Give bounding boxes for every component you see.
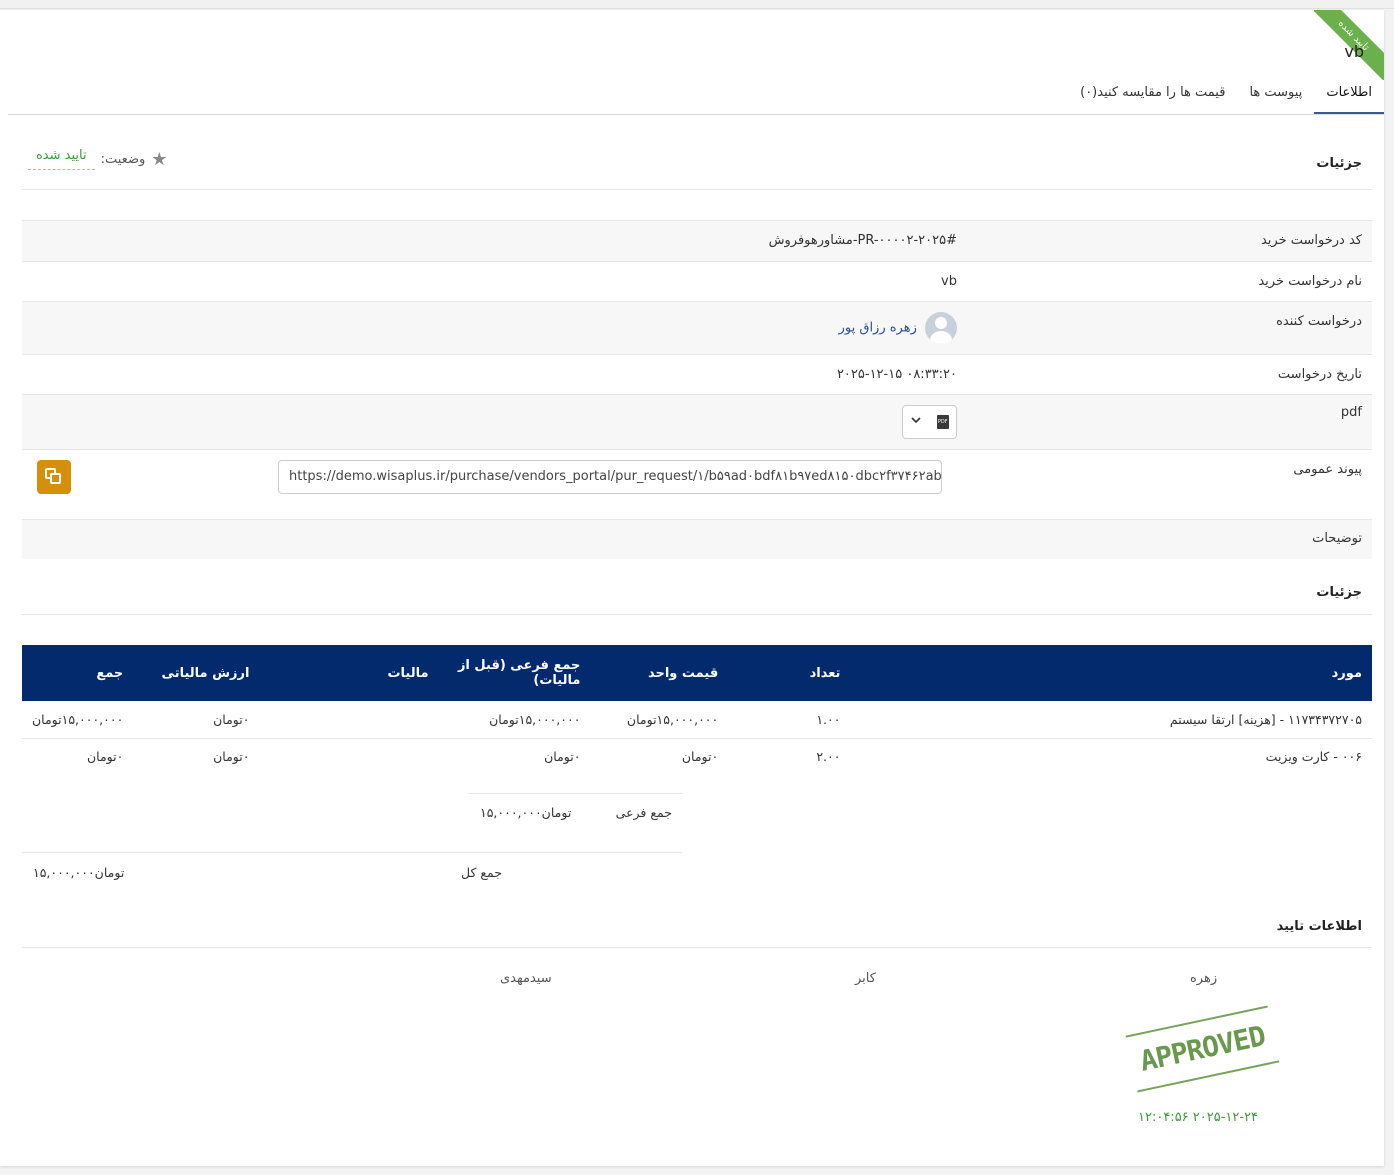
cell-unit-price: ۰تومان [681, 749, 719, 765]
divider [469, 793, 682, 794]
chevron-down-icon [910, 414, 922, 430]
requester-link[interactable]: زهره رزاق پور [839, 321, 917, 336]
code-value: #PR-۰۰۰۰۲-۲۰۲۵-مشاورهوفروش [768, 233, 957, 248]
row-link: پیوند عمومی https://demo.wisaplus.ir/pur… [22, 449, 1372, 519]
cell-qty: ۲.۰۰ [816, 749, 841, 765]
cell-tax [259, 738, 438, 775]
pdf-icon: PDF [936, 415, 949, 429]
col-qty: تعداد [728, 645, 851, 701]
details-title: جزئیات [1316, 156, 1362, 171]
requester-label: درخواست کننده [1276, 314, 1362, 329]
col-total: جمع [22, 645, 134, 701]
divider [22, 852, 682, 853]
cell-tax-value: ۰تومان [213, 749, 250, 765]
col-tax: مالیات [259, 645, 439, 701]
code-label: کد درخواست خرید [1260, 233, 1362, 248]
copy-button[interactable] [37, 460, 71, 494]
approved-stamp: APPROVED [1125, 1005, 1280, 1093]
approval-title: اطلاعات تایید [1276, 919, 1362, 934]
cell-qty: ۱.۰۰ [728, 701, 851, 739]
approval-date: ۱۲:۰۴:۵۶ ۲۰۲۵-۱۲-۲۴ [1138, 1110, 1259, 1125]
date-label: تاریخ درخواست [1277, 367, 1362, 382]
status-group: ★ وضعیت: تایید شده [28, 148, 167, 170]
name-label: نام درخواست خرید [1258, 274, 1362, 289]
items-table: مورد تعداد قیمت واحد جمع فرعی (قبل از ما… [22, 645, 1372, 775]
pdf-label: pdf [1340, 405, 1362, 420]
approver-name: زهره [1190, 971, 1218, 986]
total-value: ۱۵,۰۰۰,۰۰۰تومان [33, 865, 125, 880]
subtotal-label: جمع فرعی [615, 805, 672, 820]
public-link-field[interactable]: https://demo.wisaplus.ir/purchase/vendor… [278, 460, 942, 494]
requester-value-wrap: زهره رزاق پور [839, 312, 957, 344]
status-label: وضعیت: [100, 151, 146, 167]
approver-name: کابر [855, 971, 876, 986]
record-title: vb [1344, 42, 1364, 61]
link-label: پیوند عمومی [1293, 462, 1362, 477]
pdf-dropdown-button[interactable]: PDF [902, 405, 957, 439]
tab-info[interactable]: اطلاعات [1314, 74, 1384, 114]
row-code: کد درخواست خرید #PR-۰۰۰۰۲-۲۰۲۵-مشاورهوفر… [22, 220, 1372, 261]
row-notes: توضیحات [22, 519, 1372, 559]
cell-total: ۰تومان [86, 749, 124, 765]
row-requester: درخواست کننده زهره رزاق پور [22, 301, 1372, 354]
table-header-row: مورد تعداد قیمت واحد جمع فرعی (قبل از ما… [22, 645, 1372, 701]
table-row: ۰۰۶ - کارت ویزیت ۲.۰۰ ۰تومان ۰تومان ۰توم… [22, 738, 1372, 775]
tabs: اطلاعات پیوست ها قیمت ها را مقایسه کنید(… [8, 74, 1384, 115]
approver-name: سیدمهدی [500, 971, 552, 986]
name-value: vb [941, 274, 957, 289]
subtotal-value: ۱۵,۰۰۰,۰۰۰تومان [480, 805, 572, 820]
avatar[interactable] [925, 312, 957, 344]
col-tax-value: ارزش مالیاتی [133, 645, 260, 701]
cell-unit-price: ۱۵,۰۰۰,۰۰۰تومان [590, 701, 729, 739]
cell-subtotal: ۰تومان [544, 749, 581, 765]
col-item: مورد [850, 645, 1372, 701]
divider [22, 189, 1372, 190]
cell-total: ۱۵,۰۰۰,۰۰۰تومان [22, 701, 134, 739]
divider [22, 614, 1372, 615]
items-title: جزئیات [1316, 585, 1362, 600]
total-label: جمع کل [461, 865, 502, 880]
col-unit-price: قیمت واحد [590, 645, 729, 701]
top-bar [0, 0, 1394, 9]
cell-subtotal: ۱۵,۰۰۰,۰۰۰تومان [438, 701, 591, 739]
row-name: نام درخواست خرید vb [22, 261, 1372, 301]
cell-tax-value: ۰تومان [133, 701, 260, 739]
status-value[interactable]: تایید شده [28, 148, 95, 170]
star-icon[interactable]: ★ [151, 149, 167, 170]
cell-item: ۰۰۶ - کارت ویزیت [1265, 749, 1362, 765]
main-panel: تایید شده vb اطلاعات پیوست ها قیمت ها را… [0, 10, 1384, 1166]
row-pdf: pdf PDF [22, 394, 1372, 449]
tab-attachments[interactable]: پیوست ها [1237, 74, 1314, 114]
row-date: تاریخ درخواست ۰۸:۳۳:۲۰ ۲۰۲۵-۱۲-۱۵ [22, 354, 1372, 394]
table-row: ۱۱۷۳۴۳۷۲۷۰۵ - [هزینه] ارتقا سیستم ۱.۰۰ ۱… [22, 701, 1372, 739]
cell-item: ۱۱۷۳۴۳۷۲۷۰۵ - [هزینه] ارتقا سیستم [850, 701, 1372, 739]
tab-compare-prices[interactable]: قیمت ها را مقایسه کنید(۰) [1068, 74, 1237, 114]
date-value: ۰۸:۳۳:۲۰ ۲۰۲۵-۱۲-۱۵ [836, 367, 957, 382]
col-subtotal: جمع فرعی (قبل از مالیات) [438, 645, 591, 701]
cell-tax [259, 701, 439, 739]
notes-label: توضیحات [1312, 531, 1362, 546]
divider [22, 947, 1372, 948]
